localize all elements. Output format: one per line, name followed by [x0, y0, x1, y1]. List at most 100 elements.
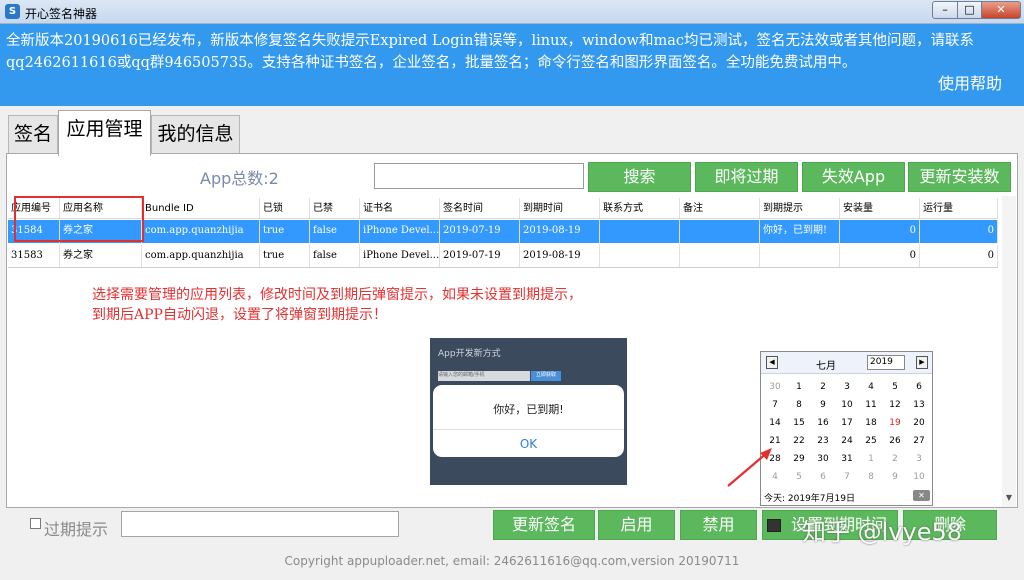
calendar-day[interactable]: 7 — [835, 468, 859, 486]
calendar-day[interactable]: 2 — [811, 378, 835, 396]
prev-month-icon[interactable]: ◀ — [766, 356, 778, 369]
calendar-day[interactable]: 9 — [883, 468, 907, 486]
calendar-day[interactable]: 29 — [787, 450, 811, 468]
calendar-day[interactable]: 31 — [835, 450, 859, 468]
calendar-day[interactable]: 30 — [763, 378, 787, 396]
cell-app-id: 31583 — [8, 245, 60, 267]
calendar-today-label[interactable]: 今天: 2019年7月19日 — [764, 491, 855, 504]
calendar-day[interactable]: 10 — [835, 396, 859, 414]
help-link[interactable]: 使用帮助 — [938, 70, 1002, 94]
minimize-button[interactable]: – — [932, 1, 958, 19]
tab-app-management[interactable]: 应用管理 — [58, 110, 151, 156]
header-cert-name[interactable]: 证书名 — [360, 198, 440, 218]
expiry-prompt-checkbox[interactable] — [30, 518, 41, 529]
calendar-day[interactable]: 6 — [907, 378, 931, 396]
expiry-alert-ok: OK — [433, 429, 624, 457]
app-count-label: App总数:2 — [200, 169, 279, 188]
header-note[interactable]: 备注 — [680, 198, 760, 218]
maximize-button[interactable]: □ — [957, 1, 982, 19]
table-row[interactable]: 31584 券之家 com.app.quanzhijia true false … — [8, 220, 998, 243]
calendar-day[interactable]: 14 — [763, 414, 787, 432]
cell-install-count: 0 — [840, 220, 920, 243]
calendar-icon — [767, 519, 781, 532]
calendar-day[interactable]: 1 — [787, 378, 811, 396]
calendar-day[interactable]: 3 — [907, 450, 931, 468]
calendar-day[interactable]: 24 — [835, 432, 859, 450]
phone-preview-field: 请输入您的邮箱/手机 — [438, 371, 530, 381]
calendar-week: 4 5 6 7 8 9 10 — [761, 468, 932, 486]
date-picker-calendar: ◀ 七月 2019 ▶ 30 1 2 3 4 5 6 7 8 9 10 11 12 13 14 15 16 17 1… — [760, 351, 933, 506]
enable-button[interactable]: 启用 — [598, 510, 675, 540]
phone-preview: App开发新方式 请输入您的邮箱/手机 立即获取 你好，已到期! OK — [430, 338, 627, 485]
cell-sign-time: 2019-07-19 — [440, 220, 520, 243]
calendar-day[interactable]: 8 — [859, 468, 883, 486]
header-contact[interactable]: 联系方式 — [600, 198, 680, 218]
header-run-count[interactable]: 运行量 — [920, 198, 998, 218]
calendar-day[interactable]: 11 — [859, 396, 883, 414]
header-bundle-id[interactable]: Bundle ID — [142, 198, 260, 218]
calendar-day[interactable]: 9 — [811, 396, 835, 414]
calendar-day[interactable]: 18 — [859, 414, 883, 432]
calendar-day[interactable]: 7 — [763, 396, 787, 414]
calendar-day[interactable]: 27 — [907, 432, 931, 450]
close-button[interactable]: ✕ — [981, 1, 1021, 19]
calendar-day[interactable]: 13 — [907, 396, 931, 414]
window-title: 开心签名神器 — [25, 7, 98, 21]
expiring-soon-button[interactable]: 即将过期 — [695, 162, 798, 192]
calendar-day[interactable]: 8 — [787, 396, 811, 414]
header-sign-time[interactable]: 签名时间 — [440, 198, 520, 218]
table-scrollbar[interactable] — [1002, 196, 1016, 507]
calendar-year-spinner[interactable]: 2019 — [867, 355, 905, 370]
calendar-day[interactable]: 12 — [883, 396, 907, 414]
calendar-day[interactable]: 26 — [883, 432, 907, 450]
calendar-day[interactable]: 3 — [835, 378, 859, 396]
search-button[interactable]: 搜索 — [588, 162, 691, 192]
scroll-down-icon[interactable]: ▼ — [1002, 490, 1016, 506]
cell-bundle-id: com.app.quanzhijia — [142, 245, 260, 267]
search-input[interactable] — [374, 163, 584, 189]
cell-expiry-prompt: 你好，已到期! — [760, 220, 840, 243]
disable-button[interactable]: 禁用 — [680, 510, 757, 540]
calendar-day[interactable]: 25 — [859, 432, 883, 450]
calendar-day[interactable]: 5 — [883, 378, 907, 396]
clear-date-icon[interactable]: ✕ — [913, 490, 930, 501]
calendar-day[interactable]: 10 — [907, 468, 931, 486]
calendar-day[interactable]: 5 — [787, 468, 811, 486]
cell-contact — [600, 220, 680, 243]
update-installs-button[interactable]: 更新安装数 — [908, 162, 1011, 192]
calendar-week: 7 8 9 10 11 12 13 — [761, 396, 932, 414]
tab-my-info[interactable]: 我的信息 — [151, 115, 240, 153]
invalid-app-button[interactable]: 失效App — [802, 162, 905, 192]
header-expiry-prompt[interactable]: 到期提示 — [760, 198, 840, 218]
instruction-note: 选择需要管理的应用列表，修改时间及到期后弹窗提示，如果未设置到期提示， 到期后A… — [92, 285, 582, 325]
calendar-day[interactable]: 16 — [811, 414, 835, 432]
calendar-day[interactable]: 23 — [811, 432, 835, 450]
next-month-icon[interactable]: ▶ — [916, 356, 928, 369]
cell-expire-time: 2019-08-19 — [520, 220, 600, 243]
header-expire-time[interactable]: 到期时间 — [520, 198, 600, 218]
cell-run-count: 0 — [920, 245, 998, 267]
calendar-day[interactable]: 22 — [787, 432, 811, 450]
header-disabled[interactable]: 已禁 — [310, 198, 360, 218]
copyright-footer: Copyright appuploader.net, email: 246261… — [284, 554, 740, 568]
table-row[interactable]: 31583 券之家 com.app.quanzhijia true false … — [8, 245, 998, 268]
calendar-week: 14 15 16 17 18 19 20 — [761, 414, 932, 432]
calendar-day[interactable]: 20 — [907, 414, 931, 432]
expiry-prompt-input[interactable] — [121, 511, 399, 537]
header-install-count[interactable]: 安装量 — [840, 198, 920, 218]
calendar-day[interactable]: 30 — [811, 450, 835, 468]
header-locked[interactable]: 已锁 — [260, 198, 310, 218]
column-highlight-box — [14, 196, 144, 242]
cell-expire-time: 2019-08-19 — [520, 245, 600, 267]
calendar-day[interactable]: 1 — [859, 450, 883, 468]
calendar-day[interactable]: 19 — [883, 414, 907, 432]
update-signature-button[interactable]: 更新签名 — [493, 510, 595, 540]
calendar-day[interactable]: 15 — [787, 414, 811, 432]
calendar-day[interactable]: 6 — [811, 468, 835, 486]
calendar-day[interactable]: 4 — [859, 378, 883, 396]
calendar-day[interactable]: 2 — [883, 450, 907, 468]
calendar-day[interactable]: 17 — [835, 414, 859, 432]
tab-sign[interactable]: 签名 — [8, 115, 58, 153]
tab-bar: 签名 应用管理 我的信息 — [0, 106, 1024, 156]
calendar-month[interactable]: 七月 — [816, 357, 836, 372]
